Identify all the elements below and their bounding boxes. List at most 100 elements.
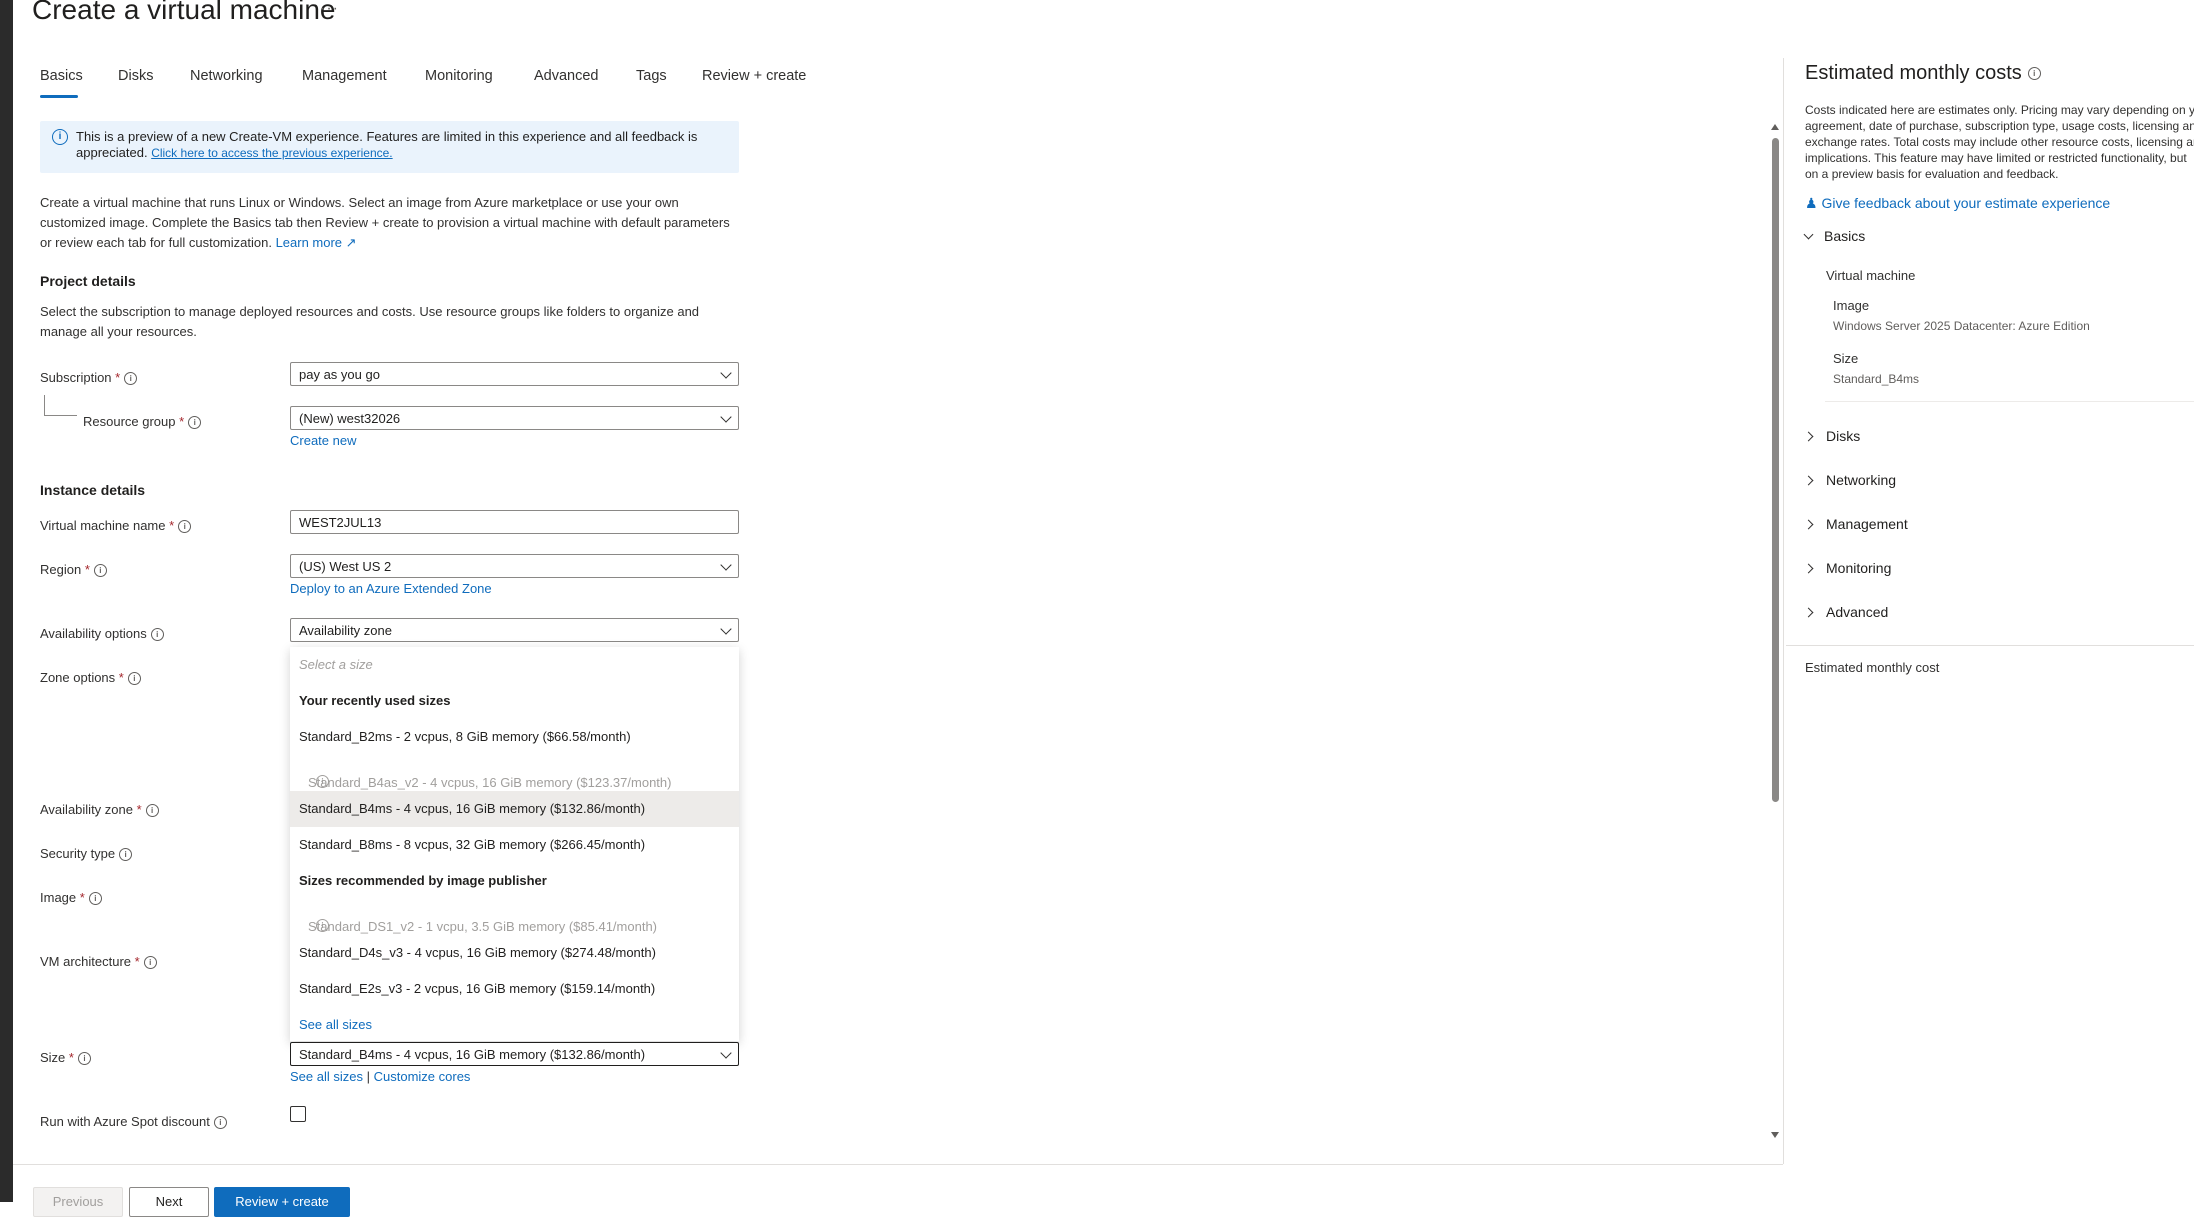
size-option[interactable]: Standard_B8ms - 8 vcpus, 32 GiB memory (…: [290, 827, 739, 863]
size-option-disabled: Standard_B4as_v2 - 4 vcpus, 16 GiB memor…: [290, 755, 739, 791]
size-dropdown-list[interactable]: Select a size Your recently used sizes S…: [290, 647, 739, 1041]
availability-options-select[interactable]: Availability zone: [290, 618, 739, 642]
cost-section-advanced[interactable]: Advanced: [1803, 604, 1888, 620]
info-icon[interactable]: i: [119, 848, 133, 862]
cost-disclaimer-line: on a preview basis for evaluation and fe…: [1805, 167, 2059, 181]
form-scrollbar[interactable]: [1768, 118, 1782, 1140]
cost-section-label: Disks: [1826, 428, 1861, 444]
size-value: Standard_B4ms - 4 vcpus, 16 GiB memory (…: [299, 1047, 646, 1062]
tab-disks[interactable]: Disks: [118, 68, 153, 84]
info-icon[interactable]: i: [145, 804, 159, 818]
size-search-input[interactable]: Select a size: [290, 647, 739, 683]
cost-section-networking[interactable]: Networking: [1803, 472, 1897, 488]
size-option[interactable]: Standard_D4s_v3 - 4 vcpus, 16 GiB memory…: [290, 935, 739, 971]
info-icon[interactable]: i: [127, 672, 141, 686]
size-option[interactable]: Standard_B2ms - 2 vcpus, 8 GiB memory ($…: [290, 719, 739, 755]
size-label: Size * i: [40, 1050, 91, 1066]
previous-button[interactable]: Previous: [33, 1187, 123, 1217]
cost-image-value: Windows Server 2025 Datacenter: Azure Ed…: [1833, 319, 2090, 333]
spot-discount-label-text: Run with Azure Spot discount: [40, 1114, 210, 1129]
see-all-sizes-option[interactable]: See all sizes: [290, 1007, 739, 1043]
cost-disclaimer-line: agreement, date of purchase, subscriptio…: [1805, 119, 2194, 133]
review-create-button[interactable]: Review + create: [214, 1187, 350, 1217]
more-options-icon[interactable]: ···: [320, 0, 339, 18]
required-marker: *: [84, 562, 90, 577]
chevron-down-icon: [1803, 229, 1814, 240]
info-icon: i: [52, 129, 68, 145]
scroll-down-arrow-icon[interactable]: [1771, 1132, 1779, 1138]
subscription-label: Subscription * i: [40, 370, 138, 386]
cost-section-monitoring[interactable]: Monitoring: [1803, 560, 1892, 576]
publisher-sizes-heading-text: Sizes recommended by image publisher: [299, 873, 547, 888]
info-icon[interactable]: i: [213, 1116, 227, 1130]
required-marker: *: [169, 518, 175, 533]
info-icon[interactable]: i: [2027, 67, 2041, 81]
region-value: (US) West US 2: [299, 559, 392, 574]
cost-section-basics[interactable]: Basics: [1803, 228, 1866, 244]
publisher-sizes-heading: Sizes recommended by image publisher: [290, 863, 739, 899]
feedback-link[interactable]: ♟ Give feedback about your estimate expe…: [1805, 195, 2110, 212]
info-icon[interactable]: i: [178, 520, 192, 534]
size-links: See all sizes | Customize cores: [290, 1069, 470, 1084]
size-option-label: Standard_B4as_v2 - 4 vcpus, 16 GiB memor…: [308, 775, 672, 790]
zone-options-label: Zone options * i: [40, 670, 141, 686]
customize-cores-link[interactable]: Customize cores: [374, 1069, 471, 1084]
info-icon[interactable]: i: [124, 372, 138, 386]
previous-experience-link[interactable]: Click here to access the previous experi…: [151, 146, 392, 160]
subscription-select[interactable]: pay as you go: [290, 362, 739, 386]
availability-zone-label-text: Availability zone: [40, 802, 133, 817]
next-button[interactable]: Next: [129, 1187, 209, 1217]
intro-paragraph: Create a virtual machine that runs Linux…: [40, 193, 740, 253]
cost-section-management[interactable]: Management: [1803, 516, 1908, 532]
tab-networking[interactable]: Networking: [190, 68, 263, 84]
region-select[interactable]: (US) West US 2: [290, 554, 739, 578]
tab-basics[interactable]: Basics: [40, 68, 83, 84]
size-option-disabled: Standard_DS1_v2 - 1 vcpu, 3.5 GiB memory…: [290, 899, 739, 935]
required-marker: *: [79, 890, 85, 905]
size-option[interactable]: Standard_E2s_v3 - 2 vcpus, 16 GiB memory…: [290, 971, 739, 1007]
spot-discount-checkbox[interactable]: [290, 1106, 306, 1122]
cost-pane-title-text: Estimated monthly costs: [1805, 62, 2022, 84]
instance-details-heading: Instance details: [40, 482, 146, 498]
info-icon[interactable]: i: [88, 892, 102, 906]
tab-monitoring[interactable]: Monitoring: [425, 68, 493, 84]
vm-name-label: Virtual machine name * i: [40, 518, 192, 534]
wizard-footer: Previous Next Review + create: [13, 1164, 1783, 1217]
scroll-up-arrow-icon[interactable]: [1771, 124, 1779, 130]
learn-more-link[interactable]: Learn more ↗: [276, 235, 357, 250]
cost-section-label: Networking: [1826, 472, 1897, 488]
info-icon[interactable]: i: [150, 628, 164, 642]
vm-name-input[interactable]: WEST2JUL13: [290, 510, 739, 534]
info-icon[interactable]: i: [188, 416, 202, 430]
link-separator: |: [366, 1069, 370, 1084]
required-marker: *: [68, 1050, 74, 1065]
image-label-text: Image: [40, 890, 77, 905]
chevron-right-icon: [1803, 519, 1814, 530]
tab-tags[interactable]: Tags: [636, 68, 667, 84]
size-option-selected[interactable]: Standard_B4ms - 4 vcpus, 16 GiB memory (…: [290, 791, 739, 827]
tab-management[interactable]: Management: [302, 68, 387, 84]
create-new-link[interactable]: Create new: [290, 433, 356, 448]
info-icon[interactable]: i: [93, 564, 107, 578]
cost-section-disks[interactable]: Disks: [1803, 428, 1861, 444]
info-icon[interactable]: i: [316, 919, 329, 932]
preview-info-banner: i This is a preview of a new Create-VM e…: [40, 121, 739, 173]
tab-advanced[interactable]: Advanced: [534, 68, 599, 84]
cost-vm-label: Virtual machine: [1826, 268, 1916, 283]
cost-section-label: Monitoring: [1826, 560, 1892, 576]
feedback-link-text: Give feedback about your estimate experi…: [1821, 195, 2111, 211]
see-all-sizes-link[interactable]: See all sizes: [290, 1069, 363, 1084]
resource-group-select[interactable]: (New) west32026: [290, 406, 739, 430]
info-icon[interactable]: i: [316, 775, 329, 788]
cost-section-basics-label: Basics: [1824, 228, 1866, 244]
size-option-label: Standard_B4ms - 4 vcpus, 16 GiB memory (…: [299, 801, 646, 816]
scrollbar-thumb[interactable]: [1772, 138, 1779, 802]
subscription-label-text: Subscription: [40, 370, 112, 385]
extended-zone-link[interactable]: Deploy to an Azure Extended Zone: [290, 581, 492, 596]
tab-review-create[interactable]: Review + create: [702, 68, 806, 84]
region-label: Region * i: [40, 562, 107, 578]
info-icon[interactable]: i: [143, 956, 157, 970]
required-marker: *: [118, 670, 124, 685]
size-select[interactable]: Standard_B4ms - 4 vcpus, 16 GiB memory (…: [290, 1042, 739, 1066]
info-icon[interactable]: i: [77, 1052, 91, 1066]
